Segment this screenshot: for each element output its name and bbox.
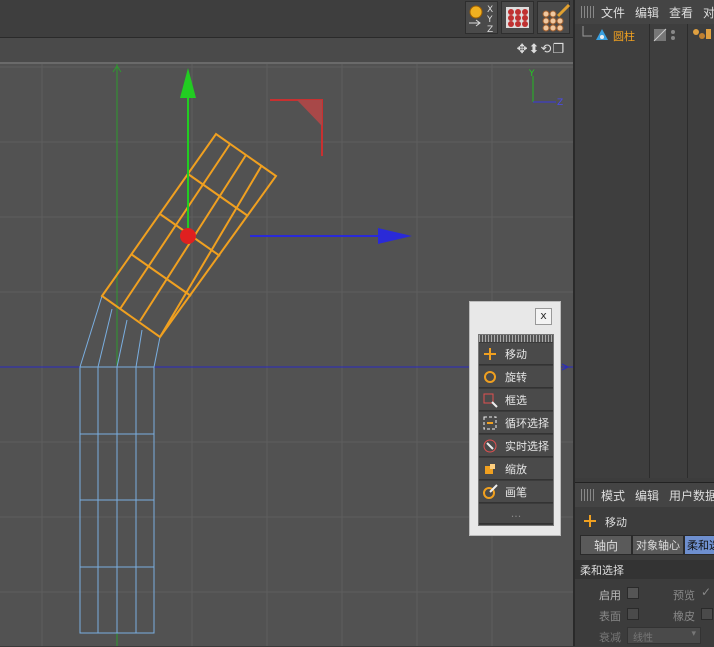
falloff-dropdown[interactable]: 线性 ▾ [627,627,701,644]
paint-grid-button[interactable] [537,1,571,34]
enable-checkbox[interactable] [627,587,639,599]
paint-grid-icon [542,3,571,32]
tab-axis[interactable]: 轴向 [580,535,632,555]
palette-item-label: 画笔 [505,485,527,499]
object-list[interactable]: 圆柱 [575,24,714,478]
svg-text:Z: Z [557,98,563,108]
section-header: 柔和选择 [575,560,714,579]
gizmo-x-arrow[interactable] [378,228,412,244]
menu-edit[interactable]: 编辑 [635,4,659,21]
preview-label: 预览 [673,589,695,602]
rubber-checkbox[interactable] [701,608,713,620]
move-view-icon[interactable]: ✥ [517,42,529,57]
object-row[interactable]: 圆柱 [575,24,714,48]
menu-user-data[interactable]: 用户数据 [669,487,714,504]
tab-object-axis[interactable]: 对象轴心 [632,535,684,555]
panel-grip-icon[interactable] [581,6,595,18]
top-toolbar: X Y Z [0,0,573,38]
svg-text:Y: Y [486,15,493,25]
layer-icon[interactable] [653,28,667,42]
rotate-icon [484,370,496,383]
svg-text:Z: Z [487,25,493,33]
palette-item-rotate[interactable]: 旋转 [479,366,553,388]
render-grid-button[interactable] [501,1,534,34]
visibility-dots-icon[interactable] [669,28,677,42]
preview-checkbox[interactable]: ✓ [701,585,711,599]
object-name[interactable]: 圆柱 [613,28,635,44]
palette-item-move[interactable]: 移动 [479,343,553,365]
menu-edit[interactable]: 编辑 [635,487,659,504]
viewport-header: ✥⬍⟲❐ [0,38,573,62]
move-icon [484,347,496,360]
gizmo-center-handle[interactable] [180,228,196,244]
palette-tool-list: 移动 旋转 框选 循环选择 实时选择 缩放 画笔 ... [478,334,554,526]
tool-palette: x 移动 旋转 框选 循环选择 实时选择 缩放 画笔 ... [469,301,561,536]
world-axis-icon: X Y Z [469,5,493,35]
palette-item-loop-select[interactable]: 循环选择 [479,412,553,434]
box-select-icon [483,393,498,408]
palette-item-box-select[interactable]: 框选 [479,389,553,411]
gizmo-y-arrow[interactable] [180,68,196,98]
palette-item-label: 循环选择 [505,416,549,430]
palette-item-brush[interactable]: 画笔 [479,481,553,503]
tab-soft-selection[interactable]: 柔和选 [684,535,714,555]
pan-view-icon[interactable]: ⬍ [529,42,541,57]
attribute-manager: 模式 编辑 用户数据 移动 轴向 对象轴心 柔和选 柔和选择 启用 预览 ✓ 表… [575,482,714,647]
rubber-label: 橡皮 [673,610,695,623]
brush-icon [483,483,498,499]
palette-close-button[interactable]: x [535,308,552,325]
menu-view[interactable]: 查看 [669,4,693,21]
svg-text:X: X [487,5,493,15]
palette-item-label: 旋转 [505,370,527,384]
right-panel: 文件 编辑 查看 对 圆柱 模式 编辑 用户数据 移动 轴向 对象轴心 柔和选 … [573,0,714,647]
palette-item-live-select[interactable]: 实时选择 [479,435,553,457]
panel-grip-icon[interactable] [581,489,595,501]
palette-item-label: 缩放 [505,462,527,476]
move-tool-icon [584,515,596,527]
palette-item-label: 框选 [505,393,527,407]
chevron-down-icon: ▾ [691,629,696,639]
svg-text:Y: Y [528,69,535,79]
loop-select-icon [483,416,497,429]
tree-branch-icon [582,26,592,37]
falloff-label: 衰减 [599,631,621,644]
orbit-view-icon[interactable]: ⟲ [540,42,552,57]
menu-file[interactable]: 文件 [601,4,625,21]
menu-mode[interactable]: 模式 [601,487,625,504]
falloff-value: 线性 [633,633,653,644]
tool-name: 移动 [605,516,627,529]
tag-icon[interactable] [691,27,711,41]
cylinder-object-icon [596,29,608,40]
move-tool-gizmo[interactable] [180,68,412,244]
maximize-view-icon[interactable]: ❐ [552,42,565,57]
live-select-icon [483,439,497,452]
render-grid-icon [506,7,529,28]
cylinder-wireframe [79,295,161,634]
world-axis-button[interactable]: X Y Z [465,1,498,35]
scale-icon [485,463,495,474]
attribute-menubar: 模式 编辑 用户数据 [575,483,714,507]
section-title: 柔和选择 [580,564,624,577]
surface-checkbox[interactable] [627,608,639,620]
viewport-nav-icons: ✥⬍⟲❐ [517,42,565,57]
palette-item-label: 实时选择 [505,439,549,453]
surface-label: 表面 [599,610,621,623]
palette-item-scale[interactable]: 缩放 [479,458,553,480]
enable-label: 启用 [599,589,621,602]
palette-drag-handle[interactable] [479,335,553,342]
camera-corner-marker [270,99,323,156]
palette-more[interactable]: ... [479,504,553,524]
palette-item-label: 移动 [505,347,527,361]
menu-object[interactable]: 对 [703,4,714,21]
object-manager-menubar: 文件 编辑 查看 对 [575,0,714,24]
axis-gizmo: Y Z [528,69,563,108]
